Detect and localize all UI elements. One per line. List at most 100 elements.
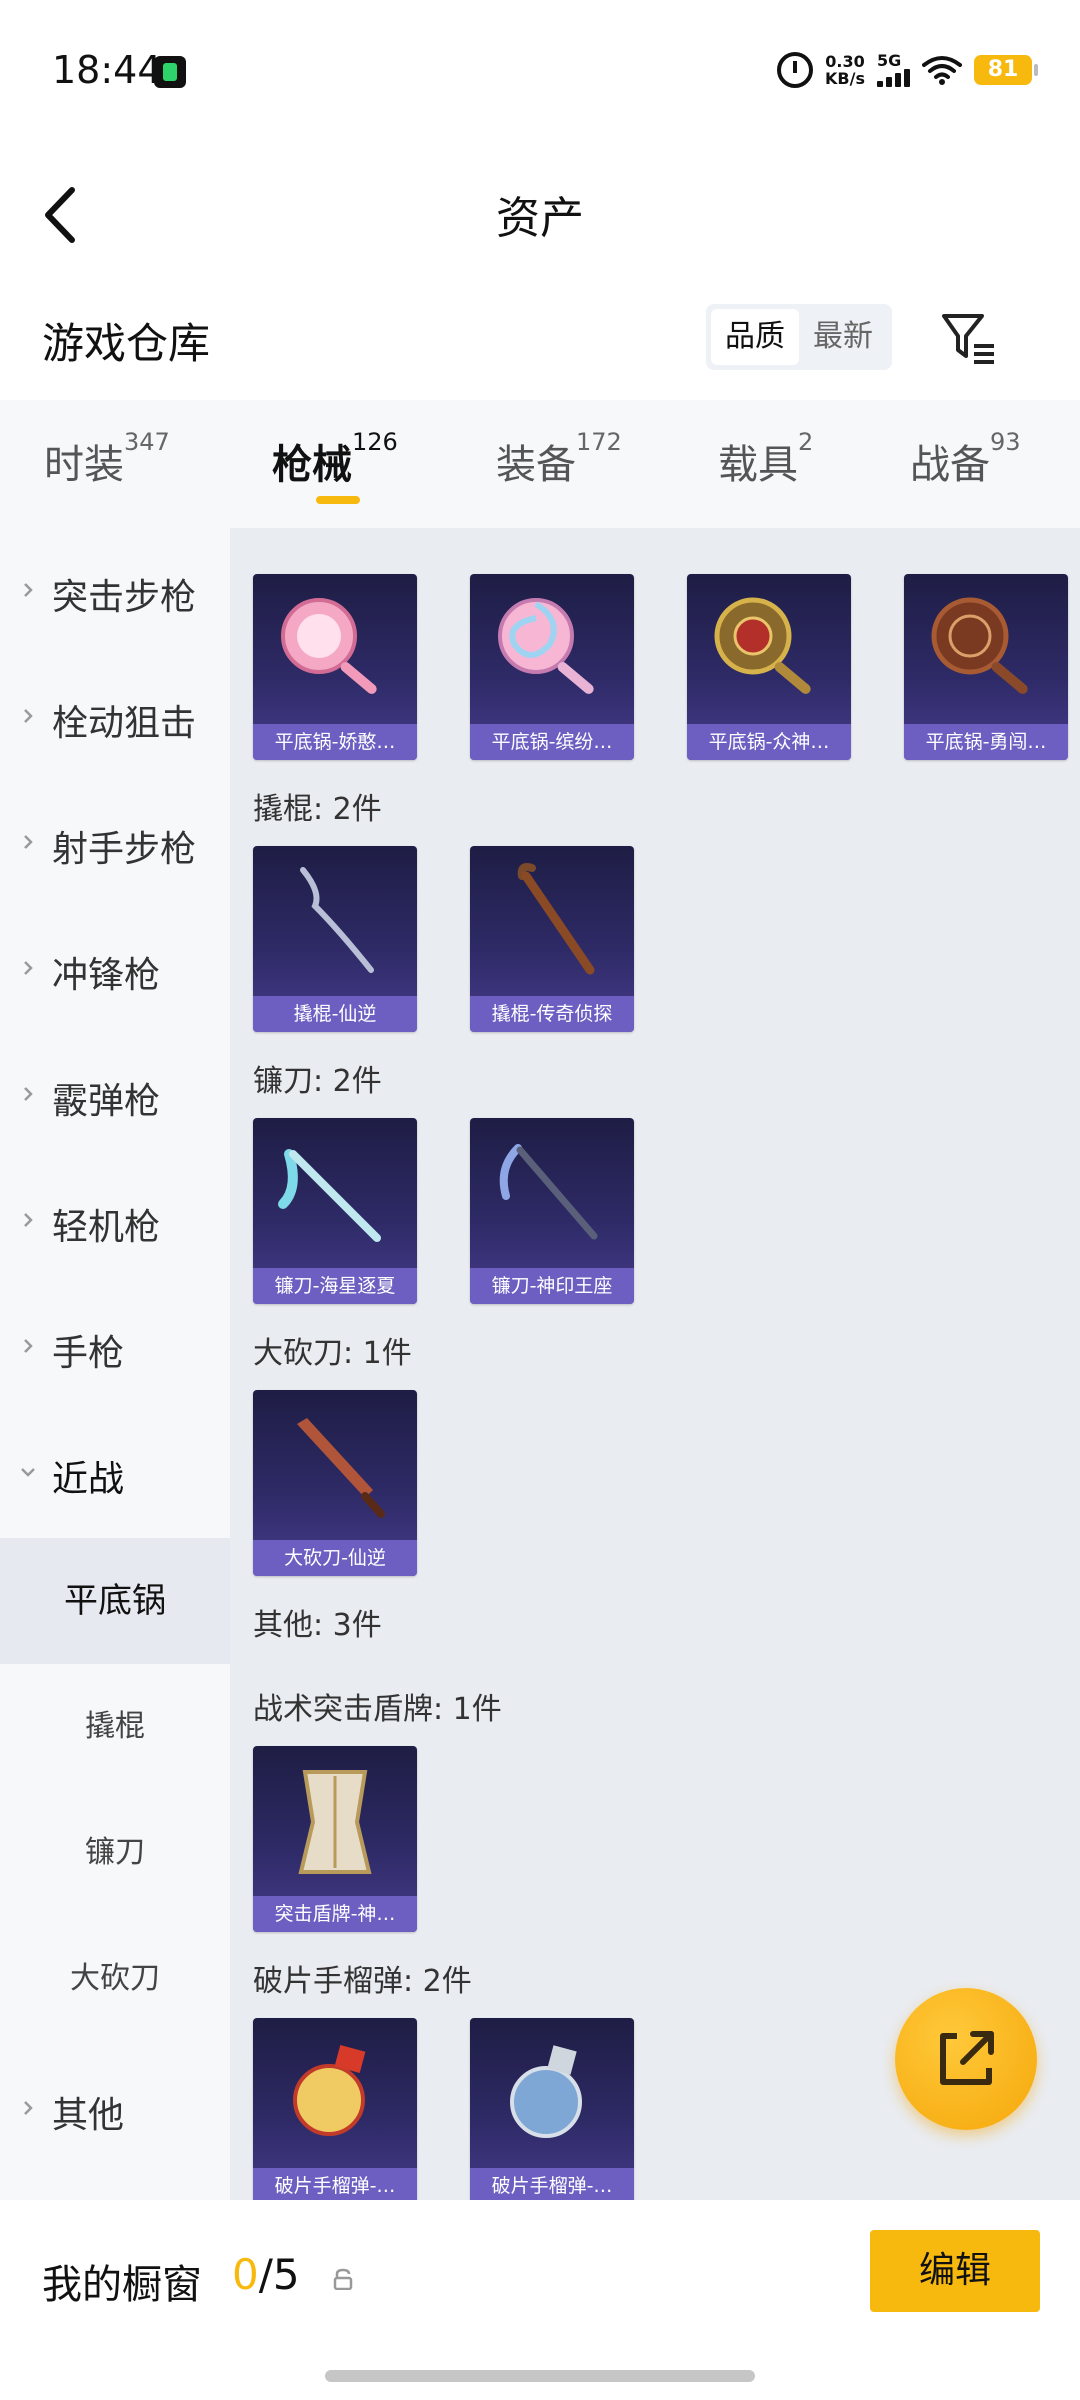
item-card[interactable]: 大砍刀-仙逆 <box>253 1390 417 1576</box>
chevron-right-icon <box>24 1087 33 1101</box>
sidebar-item-pistol[interactable]: 手枪 <box>0 1308 230 1388</box>
tab-label: 载具 <box>718 442 798 488</box>
tab-label: 时装 <box>44 442 124 488</box>
status-bar: 18:44 0.30 KB/s 5G 81 <box>0 0 1080 140</box>
grenade-icon <box>510 2045 582 2138</box>
sickle-icon <box>499 1144 598 1240</box>
net-speed: 0.30 KB/s <box>825 53 865 87</box>
tab-fashion[interactable]: 时装347 <box>44 428 170 490</box>
showcase-total: /5 <box>258 2250 300 2299</box>
signal-icon <box>877 69 910 87</box>
sidebar-item-label: 射手步枪 <box>52 829 197 870</box>
chevron-right-icon <box>24 583 33 597</box>
item-card[interactable]: 平底锅-缤纷… <box>470 574 634 760</box>
item-name: 平底锅-众神… <box>687 724 851 760</box>
warehouse-bar: 游戏仓库 品质 最新 <box>0 290 1080 400</box>
frying-pan-icon <box>931 597 1028 694</box>
chevron-right-icon <box>24 709 33 723</box>
tab-count: 172 <box>576 428 622 456</box>
tab-count: 93 <box>990 428 1021 456</box>
cell-signal: 5G <box>877 53 910 87</box>
sidebar-subitem-crowbar[interactable]: 撬棍 <box>0 1664 230 1790</box>
tab-label: 枪械 <box>272 442 352 488</box>
shield-icon <box>298 1770 372 1874</box>
crowbar-icon <box>300 867 374 973</box>
edit-button[interactable]: 编辑 <box>870 2230 1040 2312</box>
filter-icon[interactable] <box>940 310 998 366</box>
sidebar-item-assault-rifle[interactable]: 突击步枪 <box>0 552 230 632</box>
sort-toggle: 品质 最新 <box>706 304 892 370</box>
sidebar-item-label: 轻机枪 <box>52 1207 161 1248</box>
sidebar-item-shotgun[interactable]: 霰弹枪 <box>0 1056 230 1136</box>
frying-pan-icon <box>281 598 377 694</box>
sidebar-item-other[interactable]: 其他 <box>0 2070 230 2150</box>
item-card[interactable]: 撬棍-仙逆 <box>253 846 417 1032</box>
item-name: 撬棍-传奇侦探 <box>470 996 634 1032</box>
sidebar-item-melee[interactable]: 近战 <box>0 1434 230 1514</box>
sickle-icon <box>278 1149 381 1242</box>
item-card[interactable]: 突击盾牌-神… <box>253 1746 417 1932</box>
category-tabs: 时装347 枪械126 装备172 载具2 战备93 <box>0 400 1080 528</box>
sidebar-item-label: 突击步枪 <box>52 577 197 618</box>
item-name: 破片手榴弹-… <box>253 2168 417 2200</box>
alarm-icon <box>777 52 814 88</box>
crowbar-icon <box>517 863 595 975</box>
frying-pan-icon <box>498 598 594 694</box>
sort-quality[interactable]: 品质 <box>711 309 799 365</box>
item-card[interactable]: 平底锅-众神… <box>687 574 851 760</box>
showcase-count: 0/5 <box>232 2250 300 2299</box>
sidebar-subitem-frying-pan[interactable]: 平底锅 <box>0 1538 230 1664</box>
item-name: 镰刀-神印王座 <box>470 1268 634 1304</box>
item-name: 撬棍-仙逆 <box>253 996 417 1032</box>
item-card[interactable]: 平底锅-勇闯… <box>904 574 1068 760</box>
net-speed-unit: KB/s <box>825 69 865 88</box>
group-heading: 大砍刀: 1件 <box>253 1336 412 1371</box>
item-card[interactable]: 镰刀-神印王座 <box>470 1118 634 1304</box>
tab-gear[interactable]: 战备93 <box>910 428 1021 490</box>
item-card[interactable]: 平底锅-娇憨… <box>253 574 417 760</box>
sidebar-item-label: 栓动狙击 <box>52 703 197 744</box>
chevron-right-icon <box>24 1213 33 1227</box>
page-title: 资产 <box>496 193 584 244</box>
warehouse-title: 游戏仓库 <box>42 319 211 368</box>
chevron-right-icon <box>24 2101 33 2115</box>
sidebar-item-smg[interactable]: 冲锋枪 <box>0 930 230 1010</box>
sidebar-subitem-sickle[interactable]: 镰刀 <box>0 1790 230 1916</box>
chevron-right-icon <box>24 961 33 975</box>
share-icon <box>940 2031 994 2085</box>
item-card[interactable]: 镰刀-海星逐夏 <box>253 1118 417 1304</box>
group-heading: 其他: 3件 <box>253 1608 382 1643</box>
tab-guns[interactable]: 枪械126 <box>272 428 398 490</box>
item-name: 镰刀-海星逐夏 <box>253 1268 417 1304</box>
chevron-right-icon <box>24 1339 33 1353</box>
lock-icon <box>333 2268 353 2290</box>
tab-count: 347 <box>124 428 170 456</box>
sidebar-item-bolt-sniper[interactable]: 栓动狙击 <box>0 678 230 758</box>
item-name: 突击盾牌-神… <box>253 1896 417 1932</box>
sidebar-item-label: 手枪 <box>52 1333 125 1374</box>
tab-vehicles[interactable]: 载具2 <box>718 428 813 490</box>
item-card[interactable]: 破片手榴弹-… <box>253 2018 417 2200</box>
app-notification-icon <box>154 56 186 88</box>
sidebar-item-dmr[interactable]: 射手步枪 <box>0 804 230 884</box>
item-card[interactable]: 破片手榴弹-… <box>470 2018 634 2200</box>
home-indicator[interactable] <box>325 2370 755 2382</box>
network-type: 5G <box>877 51 902 70</box>
sidebar-item-lmg[interactable]: 轻机枪 <box>0 1182 230 1262</box>
chevron-down-icon <box>21 1468 35 1477</box>
showcase-bar: 我的橱窗 0/5 编辑 <box>0 2200 1080 2400</box>
item-card[interactable]: 撬棍-传奇侦探 <box>470 846 634 1032</box>
sort-newest[interactable]: 最新 <box>799 309 887 365</box>
sidebar-subitem-machete[interactable]: 大砍刀 <box>0 1916 230 2042</box>
sidebar-item-label: 其他 <box>52 2095 125 2136</box>
status-time: 18:44 <box>52 48 162 92</box>
status-icons: 0.30 KB/s 5G 81 <box>777 48 1038 92</box>
tab-equipment[interactable]: 装备172 <box>496 428 622 490</box>
group-heading: 撬棍: 2件 <box>253 792 382 827</box>
sidebar-item-label: 冲锋枪 <box>52 955 161 996</box>
share-button[interactable] <box>895 1988 1037 2130</box>
showcase-label: 我的橱窗 <box>42 2262 202 2308</box>
sidebar-item-label: 霰弹枪 <box>52 1081 161 1122</box>
item-name: 平底锅-勇闯… <box>904 724 1068 760</box>
tab-count: 126 <box>352 428 398 456</box>
